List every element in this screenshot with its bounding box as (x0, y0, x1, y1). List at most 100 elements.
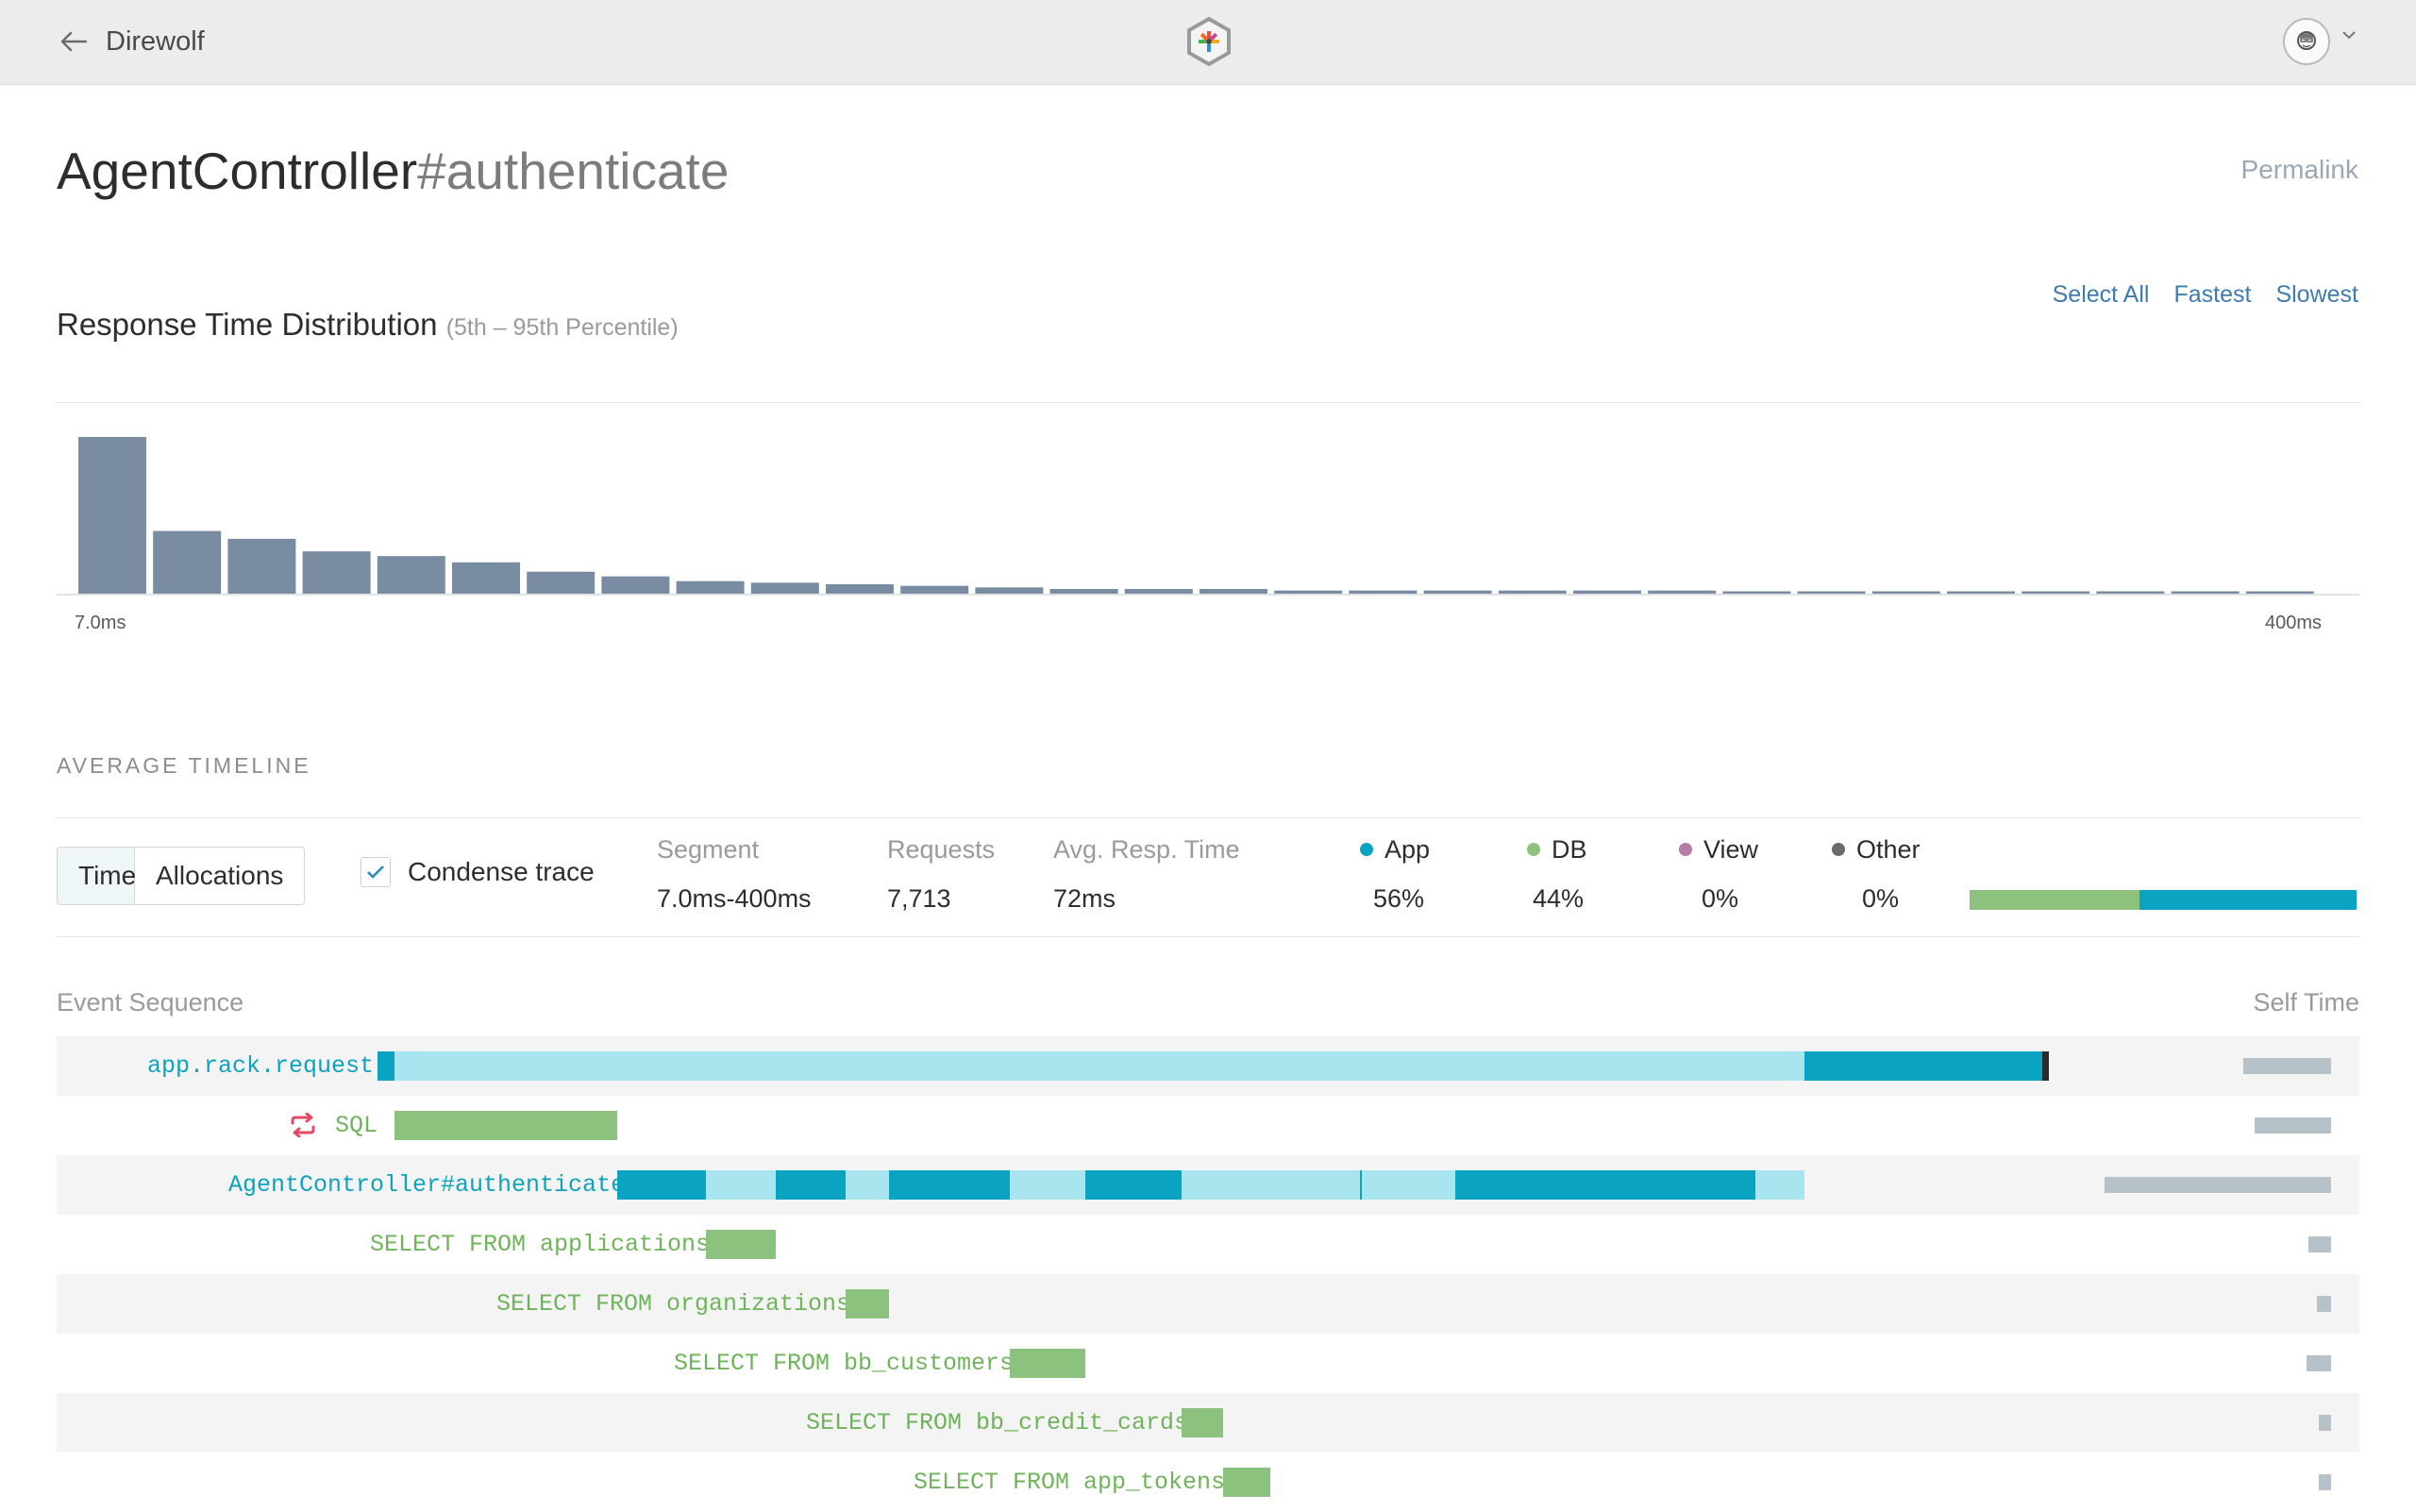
event-row[interactable]: SELECT FROM app_tokens (57, 1453, 2359, 1512)
event-bar-segment[interactable] (378, 1051, 394, 1081)
histogram-bar[interactable] (1498, 590, 1567, 594)
histogram-bar[interactable] (1274, 590, 1343, 594)
divider (57, 936, 2359, 937)
histogram-bar[interactable] (227, 538, 296, 594)
event-bar-segment[interactable] (846, 1170, 889, 1200)
checkbox-box[interactable] (361, 857, 391, 887)
event-row[interactable]: SELECT FROM bb_credit_cards (57, 1393, 2359, 1453)
event-bar-segment[interactable] (1182, 1170, 1361, 1200)
permalink-link[interactable]: Permalink (2241, 155, 2358, 185)
app-percent: 56% (1373, 884, 1425, 913)
event-bar-segment[interactable] (706, 1230, 776, 1259)
title-controller: AgentController (57, 142, 418, 200)
event-bar-segment[interactable] (846, 1289, 889, 1319)
slowest-link[interactable]: Slowest (2275, 281, 2358, 309)
condense-trace-checkbox[interactable]: Condense trace (361, 857, 595, 887)
divider (57, 817, 2359, 818)
avg-resp-time-value: 72ms (1053, 884, 1116, 913)
event-bar-segment[interactable] (1223, 1468, 1270, 1497)
event-row[interactable]: AgentController#authenticate (57, 1155, 2359, 1215)
histogram-bar[interactable] (527, 571, 596, 594)
condense-trace-label: Condense trace (408, 857, 595, 886)
histogram-bar[interactable] (153, 530, 222, 594)
other-percent: 0% (1862, 884, 1900, 913)
event-bar-segment[interactable] (1755, 1170, 1804, 1200)
histogram-bar[interactable] (1573, 590, 1641, 594)
tab-time[interactable]: Time (58, 848, 136, 904)
select-all-link[interactable]: Select All (2053, 281, 2150, 309)
histogram-bar[interactable] (1049, 589, 1118, 594)
histogram-bar[interactable] (900, 585, 969, 594)
event-bar-segment[interactable] (1455, 1170, 1755, 1200)
event-row[interactable]: SELECT FROM bb_customers (57, 1334, 2359, 1393)
event-label[interactable]: AgentController#authenticate (228, 1155, 625, 1215)
histogram-bar[interactable] (1797, 591, 1866, 594)
histogram-bar[interactable] (1648, 590, 1717, 594)
view-dot-icon (1679, 842, 1692, 856)
histogram-bar[interactable] (750, 582, 819, 594)
event-bar-segment[interactable] (1362, 1170, 1455, 1200)
event-row[interactable]: SQL (57, 1096, 2359, 1155)
event-bar-segment[interactable] (394, 1051, 1804, 1081)
average-timeline-title: AVERAGE TIMELINE (57, 753, 311, 778)
tab-allocations[interactable]: Allocations (135, 848, 305, 904)
event-label[interactable]: SELECT FROM bb_credit_cards (806, 1393, 1188, 1453)
histogram-bar[interactable] (676, 580, 745, 594)
histogram-bar[interactable] (1722, 591, 1791, 594)
breakdown-app-segment (2139, 890, 2357, 910)
app-name-link[interactable]: Direwolf (106, 23, 205, 60)
requests-value: 7,713 (887, 884, 951, 913)
self-time-header: Self Time (2253, 988, 2359, 1016)
event-bar-segment[interactable] (776, 1170, 846, 1200)
response-time-histogram[interactable]: 7.0ms 400ms (57, 415, 2359, 651)
event-label[interactable]: SELECT FROM applications (370, 1215, 710, 1274)
event-bar-segment[interactable] (617, 1170, 706, 1200)
event-bar-segment[interactable] (2042, 1051, 2049, 1081)
event-row[interactable]: SELECT FROM organizations (57, 1274, 2359, 1334)
user-avatar[interactable] (2283, 18, 2330, 65)
histogram-bar[interactable] (452, 562, 520, 594)
event-label[interactable]: app.rack.request (147, 1036, 374, 1096)
histogram-bar[interactable] (826, 584, 894, 594)
event-label[interactable]: SELECT FROM app_tokens (914, 1453, 1225, 1512)
top-bar: Direwolf (0, 0, 2416, 85)
event-bar-segment[interactable] (889, 1170, 1010, 1200)
event-label[interactable]: SELECT FROM organizations (496, 1274, 850, 1334)
histogram-bar[interactable] (1423, 590, 1492, 594)
app-dot-icon (1360, 842, 1373, 856)
fastest-link[interactable]: Fastest (2173, 281, 2251, 309)
histogram-bar[interactable] (975, 587, 1044, 594)
event-bar-segment[interactable] (1010, 1170, 1085, 1200)
histogram-bar[interactable] (78, 437, 146, 594)
histogram-bar[interactable] (2022, 591, 2090, 594)
self-time-bar (2255, 1117, 2331, 1134)
event-label[interactable]: SELECT FROM bb_customers (674, 1334, 1014, 1393)
back-button[interactable] (53, 21, 94, 62)
event-bar-segment[interactable] (706, 1170, 776, 1200)
histogram-bar[interactable] (2245, 591, 2314, 594)
histogram-bar[interactable] (377, 556, 445, 594)
histogram-bar[interactable] (1947, 591, 2015, 594)
view-percent: 0% (1702, 884, 1739, 913)
event-row[interactable]: app.rack.request (57, 1036, 2359, 1096)
event-bar-segment[interactable] (1182, 1408, 1223, 1437)
histogram-bar[interactable] (1124, 589, 1193, 594)
histogram-bar[interactable] (1349, 590, 1418, 594)
histogram-bar[interactable] (2096, 591, 2165, 594)
histogram-bar[interactable] (601, 576, 670, 594)
event-bar-segment[interactable] (1010, 1349, 1085, 1378)
histogram-bar[interactable] (2171, 591, 2240, 594)
self-time-bar (2105, 1177, 2331, 1193)
event-bar-segment[interactable] (1085, 1170, 1182, 1200)
x-axis-end-label: 400ms (2265, 613, 2322, 633)
hexagon-logo-icon[interactable] (1183, 16, 1234, 72)
event-row[interactable]: SELECT FROM applications (57, 1215, 2359, 1274)
histogram-bar[interactable] (1200, 589, 1267, 594)
histogram-bar[interactable] (302, 551, 371, 594)
chevron-down-icon[interactable] (2340, 28, 2357, 45)
histogram-bar[interactable] (1871, 591, 1940, 594)
event-bar-segment[interactable] (1804, 1051, 2042, 1081)
event-label[interactable]: SQL (335, 1096, 378, 1155)
event-bar-segment[interactable] (394, 1111, 617, 1140)
segment-value: 7.0ms-400ms (657, 884, 812, 913)
